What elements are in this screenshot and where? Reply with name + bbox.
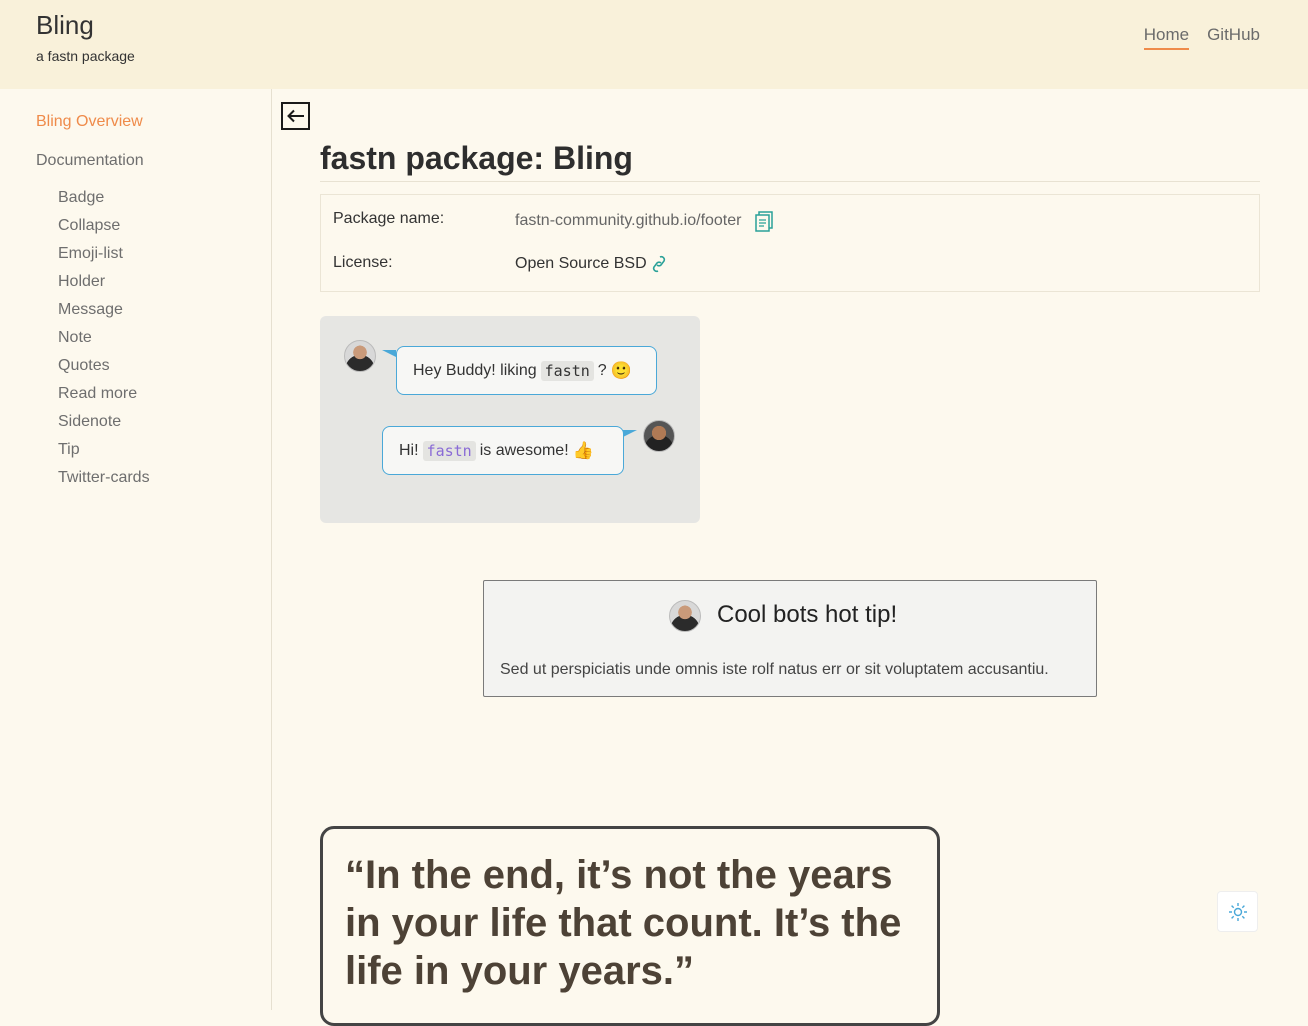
tip-body: Sed ut perspiciatis unde omnis iste rolf… — [500, 661, 1049, 678]
package-name-value: fastn-community.github.io/footer — [515, 210, 775, 232]
sidebar: Bling Overview Documentation Badge Colla… — [0, 89, 272, 1010]
bubble-tail-right — [623, 430, 637, 437]
chat-text-1: Hey Buddy! liking — [413, 361, 537, 379]
avatar — [643, 420, 675, 452]
code-inline: fastn — [422, 440, 476, 461]
sidebar-item-note[interactable]: Note — [58, 327, 150, 355]
tip-title: Cool bots hot tip! — [717, 601, 898, 628]
page-title: fastn package: Bling — [320, 140, 633, 176]
tip-box: Cool bots hot tip! Sed ut perspiciatis u… — [483, 580, 1097, 697]
sidebar-item-holder[interactable]: Holder — [58, 271, 150, 299]
site-subtitle: a fastn package — [36, 48, 135, 64]
sidebar-item-emoji-list[interactable]: Emoji-list — [58, 243, 150, 271]
site-title[interactable]: Bling — [36, 10, 94, 41]
message-demo-box: Hey Buddy! liking fastn ? 🙂 Hi! fastn is… — [320, 316, 700, 523]
copy-icon[interactable] — [753, 210, 775, 232]
sidebar-item-message[interactable]: Message — [58, 299, 150, 327]
sidebar-item-badge[interactable]: Badge — [58, 187, 150, 215]
quote-box: “In the end, it’s not the years in your … — [320, 826, 940, 1026]
license-label: License: — [333, 254, 393, 271]
theme-toggle-button[interactable] — [1217, 891, 1258, 932]
avatar — [344, 340, 376, 372]
license-value[interactable]: Open Source BSD — [515, 254, 667, 274]
quote-text: “In the end, it’s not the years in your … — [345, 853, 902, 993]
title-divider — [320, 181, 1260, 182]
package-info-box: Package name: fastn-community.github.io/… — [320, 194, 1260, 292]
chat-bubble-outgoing: Hi! fastn is awesome! 👍 — [382, 426, 624, 475]
chat-text-1-end: ? — [597, 361, 607, 379]
sidebar-item-documentation[interactable]: Documentation — [36, 152, 144, 170]
sidebar-item-twitter-cards[interactable]: Twitter-cards — [58, 467, 150, 495]
smile-emoji-icon: 🙂 — [610, 360, 632, 381]
license-text[interactable]: Open Source BSD — [515, 255, 647, 273]
bubble-tail-left — [382, 350, 396, 357]
sidebar-item-sidenote[interactable]: Sidenote — [58, 411, 150, 439]
package-name-text: fastn-community.github.io/footer — [515, 212, 742, 229]
site-header: Bling a fastn package Home GitHub — [0, 0, 1308, 89]
chat-bubble-incoming: Hey Buddy! liking fastn ? 🙂 — [396, 346, 657, 395]
avatar — [669, 600, 701, 632]
link-icon[interactable] — [651, 254, 667, 274]
collapse-sidebar-button[interactable] — [281, 102, 310, 130]
sidebar-item-tip[interactable]: Tip — [58, 439, 150, 467]
chat-text-2-end: is awesome! — [479, 441, 569, 459]
top-nav: Home GitHub — [1143, 25, 1260, 50]
sidebar-item-read-more[interactable]: Read more — [58, 383, 150, 411]
thumbs-up-emoji-icon: 👍 — [572, 440, 594, 461]
sidebar-doc-list: Badge Collapse Emoji-list Holder Message… — [58, 187, 150, 495]
nav-home-link[interactable]: Home — [1143, 25, 1190, 50]
sun-icon — [1228, 902, 1247, 921]
chat-text-2: Hi! — [399, 441, 419, 459]
sidebar-item-bling-overview[interactable]: Bling Overview — [36, 113, 143, 131]
code-inline: fastn — [540, 360, 594, 381]
sidebar-item-collapse[interactable]: Collapse — [58, 215, 150, 243]
package-name-label: Package name: — [333, 210, 445, 227]
sidebar-item-quotes[interactable]: Quotes — [58, 355, 150, 383]
arrow-left-icon — [286, 109, 304, 123]
nav-github-link[interactable]: GitHub — [1207, 25, 1260, 50]
